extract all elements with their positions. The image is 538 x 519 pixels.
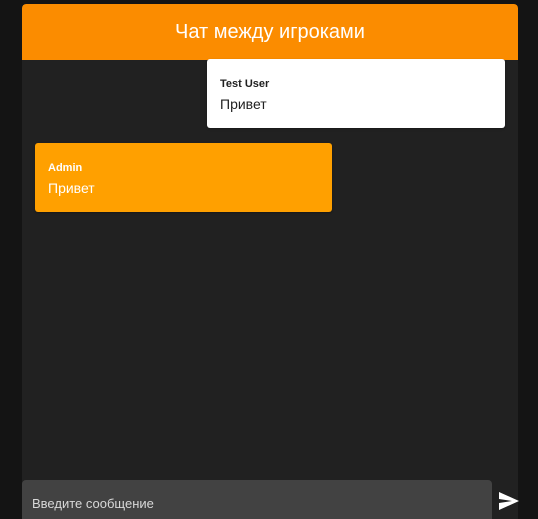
- chat-title: Чат между игроками: [175, 20, 365, 43]
- message-author: Test User: [220, 78, 270, 90]
- message-author: Admin: [48, 162, 83, 174]
- chat-panel: Чат между игроками Test User Привет Admi…: [22, 4, 518, 519]
- message-text: Привет: [48, 180, 95, 196]
- chat-header: Чат между игроками: [22, 4, 518, 60]
- message-text: Привет: [220, 96, 267, 112]
- message-bubble: Admin Привет: [35, 143, 332, 212]
- send-button[interactable]: [497, 489, 521, 513]
- message-input[interactable]: [22, 480, 492, 519]
- send-icon: [499, 492, 519, 510]
- message-bubble: Test User Привет: [207, 59, 505, 128]
